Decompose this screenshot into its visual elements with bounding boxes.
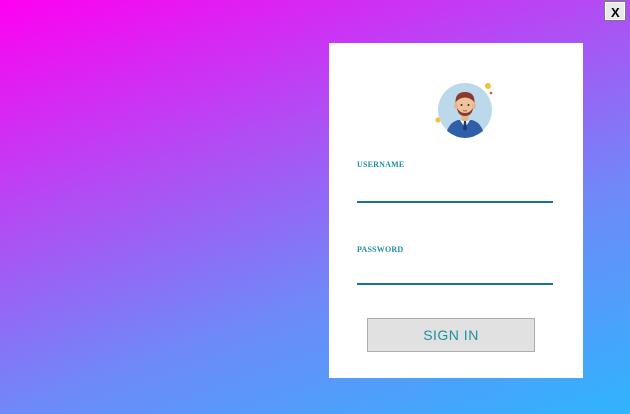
sign-in-button[interactable]: SIGN IN — [367, 318, 535, 352]
login-panel: USERNAME PASSWORD SIGN IN — [329, 43, 583, 378]
username-field[interactable] — [357, 181, 553, 203]
password-field[interactable] — [357, 263, 553, 285]
close-button[interactable]: X — [604, 1, 626, 21]
password-label: PASSWORD — [357, 245, 404, 254]
username-label: USERNAME — [357, 160, 405, 169]
user-avatar-icon — [434, 82, 500, 144]
